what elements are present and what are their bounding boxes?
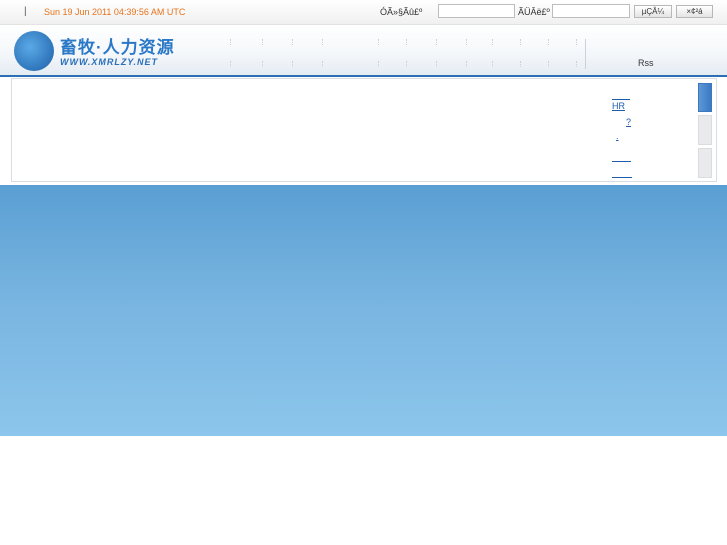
nav-divider xyxy=(548,39,550,45)
logo-url: WWW.XMRLZY.NET xyxy=(60,57,158,67)
nav-divider xyxy=(466,39,468,45)
nav-divider xyxy=(292,61,294,67)
nav-divider xyxy=(378,61,380,67)
nav-divider xyxy=(520,39,522,45)
nav-divider xyxy=(466,61,468,67)
nav-divider xyxy=(576,61,578,67)
sky-banner xyxy=(0,185,727,436)
nav-divider xyxy=(492,39,494,45)
nav-divider xyxy=(548,61,550,67)
slide-tab[interactable] xyxy=(698,148,712,178)
register-button[interactable]: ×¢²á xyxy=(676,5,713,18)
current-datetime: Sun 19 Jun 2011 04:39:56 AM UTC xyxy=(44,7,186,17)
nav-divider xyxy=(322,39,324,45)
top-bar: | Sun 19 Jun 2011 04:39:56 AM UTC ÓÃ»§Ãû… xyxy=(0,0,727,25)
site-header: 畜牧·人力资源 WWW.XMRLZY.NET Rss xyxy=(0,25,727,77)
username-label: ÓÃ»§Ãû£º xyxy=(380,7,423,17)
news-link[interactable]: ? xyxy=(612,117,633,129)
nav-divider xyxy=(406,39,408,45)
nav-divider xyxy=(492,61,494,67)
nav-divider xyxy=(230,39,232,45)
nav-divider xyxy=(436,61,438,67)
news-link[interactable]: . xyxy=(612,131,633,143)
username-input[interactable] xyxy=(438,4,515,18)
nav-divider xyxy=(378,39,380,45)
login-button[interactable]: µÇÂ¼ xyxy=(634,5,672,18)
news-link[interactable]: HR xyxy=(612,101,641,113)
news-link[interactable] xyxy=(612,165,632,178)
nav-divider xyxy=(262,39,264,45)
nav-divider xyxy=(436,39,438,45)
password-input[interactable] xyxy=(552,4,630,18)
news-panel: HR ? . xyxy=(11,78,717,182)
nav-divider xyxy=(262,61,264,67)
nav-divider xyxy=(292,39,294,45)
logo-title: 畜牧·人力资源 xyxy=(60,38,175,57)
nav-divider xyxy=(406,61,408,67)
horse-emblem-icon xyxy=(14,31,54,71)
nav-divider xyxy=(322,61,324,67)
slide-tab[interactable] xyxy=(698,115,712,145)
news-link[interactable] xyxy=(612,87,630,100)
rss-link[interactable]: Rss xyxy=(638,58,654,68)
top-separator: | xyxy=(24,6,27,17)
nav-divider xyxy=(230,61,232,67)
main-nav xyxy=(230,39,630,69)
nav-divider xyxy=(520,61,522,67)
password-label: ÃÜÂë£º xyxy=(518,7,550,17)
news-link[interactable] xyxy=(612,149,631,162)
slide-tab-active[interactable] xyxy=(698,83,712,112)
nav-rss-divider xyxy=(585,39,586,69)
site-logo[interactable]: 畜牧·人力资源 WWW.XMRLZY.NET xyxy=(14,31,174,71)
nav-divider xyxy=(576,39,578,45)
